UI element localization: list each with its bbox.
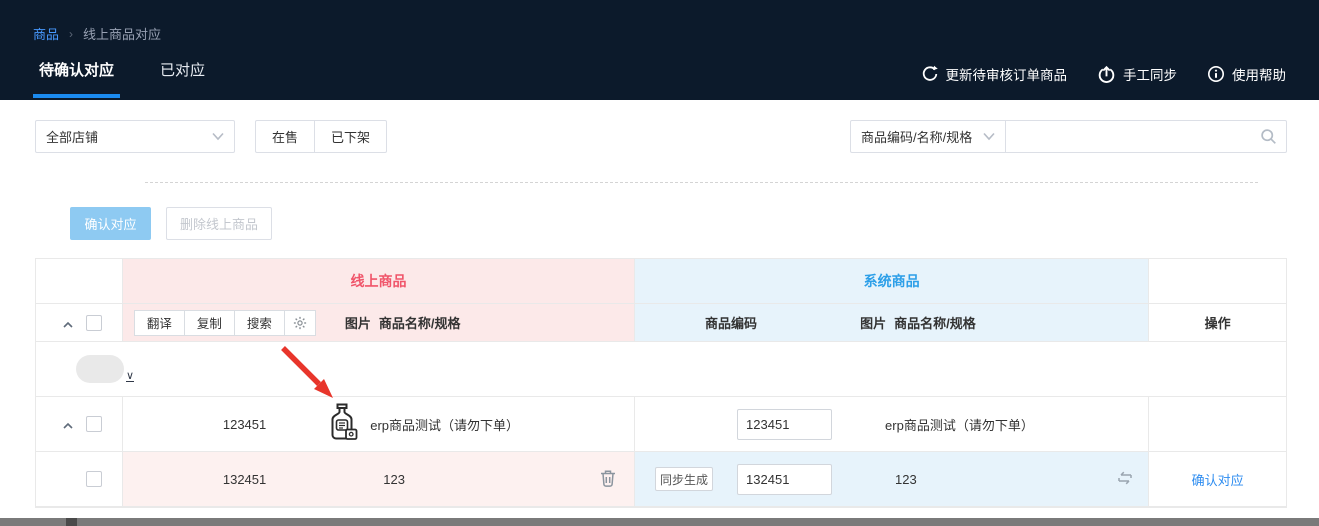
online-tools-group: 翻译 复制 搜索 xyxy=(134,310,316,336)
gear-icon[interactable] xyxy=(284,310,316,336)
online-product-code: 123451 xyxy=(223,417,266,432)
refresh-icon xyxy=(921,65,939,83)
product-match-table: 线上商品 系统商品 翻译 复制 搜索 图片 xyxy=(35,258,1287,508)
product-bottle-image-icon[interactable] xyxy=(326,403,358,446)
search-tool-button[interactable]: 搜索 xyxy=(234,310,285,336)
ops-col-label: 操作 xyxy=(1205,313,1231,332)
row-select-cell xyxy=(36,397,123,452)
update-pending-label: 更新待审核订单商品 xyxy=(946,64,1068,84)
shop-group-row: ∨ xyxy=(36,342,1286,397)
top-navigation-bar: 商品 › 线上商品对应 待确认对应 已对应 更新待审核订单商品 手工同步 xyxy=(0,0,1319,100)
search-input[interactable] xyxy=(1005,120,1287,153)
system-columns-header: 商品编码 图片 商品名称/规格 xyxy=(635,304,1149,342)
window-bottom-edge xyxy=(0,518,1319,526)
redacted-shop-name xyxy=(76,355,124,383)
dashed-divider xyxy=(145,182,1258,183)
sale-status-button-group: 在售 已下架 xyxy=(255,120,387,153)
copy-button[interactable]: 复制 xyxy=(184,310,235,336)
table-group-header-row: 线上商品 系统商品 xyxy=(36,259,1286,304)
table-row: 132451 123 同步生成 123 确认对应 xyxy=(36,452,1286,507)
swap-arrows-icon[interactable] xyxy=(1116,469,1134,490)
confirm-match-link[interactable]: 确认对应 xyxy=(1192,470,1244,489)
ops-col-header: 操作 xyxy=(1149,304,1286,342)
help-button[interactable]: 使用帮助 xyxy=(1207,64,1286,84)
select-all-cell xyxy=(36,304,123,342)
shop-select[interactable]: 全部店铺 xyxy=(35,120,235,153)
tab-pending-label: 待确认对应 xyxy=(39,62,114,79)
shop-select-value: 全部店铺 xyxy=(46,127,98,146)
topbar-actions: 更新待审核订单商品 手工同步 使用帮助 xyxy=(921,64,1287,84)
breadcrumb-separator: › xyxy=(69,27,73,41)
online-product-name: 123 xyxy=(383,472,405,487)
manual-sync-label: 手工同步 xyxy=(1123,64,1177,84)
system-product-group-header: 系统商品 xyxy=(635,259,1149,304)
chevron-down-icon xyxy=(212,129,224,144)
row-select-cell xyxy=(36,452,123,507)
online-image-col-label: 图片 xyxy=(345,313,371,332)
row-collapse-caret-icon[interactable] xyxy=(62,419,74,429)
confirm-match-button[interactable]: 确认对应 xyxy=(70,207,151,240)
online-product-group-header: 线上商品 xyxy=(123,259,635,304)
upload-sync-icon xyxy=(1097,65,1116,84)
collapse-all-caret-icon[interactable] xyxy=(62,318,74,328)
system-name-col-label: 商品名称/规格 xyxy=(894,313,976,332)
system-product-cell: 同步生成 123 xyxy=(635,452,1149,507)
translate-button[interactable]: 翻译 xyxy=(134,310,185,336)
row-checkbox[interactable] xyxy=(86,471,102,487)
active-tab-underline xyxy=(33,94,120,98)
online-product-cell: 123451 erp商品测试（请勿下单） xyxy=(123,397,635,452)
tab-bar: 待确认对应 已对应 xyxy=(33,59,211,94)
online-name-col-label: 商品名称/规格 xyxy=(379,313,461,332)
online-product-code: 132451 xyxy=(223,472,266,487)
help-label: 使用帮助 xyxy=(1232,64,1286,84)
tab-matched[interactable]: 已对应 xyxy=(154,59,211,94)
select-column-header xyxy=(36,259,123,304)
breadcrumb-root-link[interactable]: 商品 xyxy=(33,24,59,43)
online-group-title: 线上商品 xyxy=(123,271,634,291)
system-product-name: erp商品测试（请勿下单） xyxy=(885,415,1034,434)
shop-collapse-caret-icon[interactable]: ∨ xyxy=(126,371,134,382)
tab-matched-label: 已对应 xyxy=(160,62,205,79)
system-image-col-label: 图片 xyxy=(860,313,886,332)
info-icon xyxy=(1207,65,1225,83)
row-checkbox[interactable] xyxy=(86,416,102,432)
system-code-col-label: 商品编码 xyxy=(705,313,757,332)
row-ops-cell: 确认对应 xyxy=(1149,452,1286,507)
table-row: 123451 erp商品测试（请勿下单） erp商品测试（请勿下单） xyxy=(36,397,1286,452)
online-columns-header: 翻译 复制 搜索 图片 商品名称/规格 xyxy=(123,304,635,342)
online-product-name: erp商品测试（请勿下单） xyxy=(370,415,519,434)
window-bottom-edge-segment xyxy=(66,518,77,526)
search-type-select[interactable]: 商品编码/名称/规格 xyxy=(850,120,1006,153)
chevron-down-icon xyxy=(983,129,995,144)
trash-icon[interactable] xyxy=(600,469,616,490)
system-code-input[interactable] xyxy=(737,409,832,440)
breadcrumb-current: 线上商品对应 xyxy=(83,24,161,43)
off-shelf-button[interactable]: 已下架 xyxy=(314,120,387,153)
online-product-cell: 132451 123 xyxy=(123,452,635,507)
bulk-actions: 确认对应 删除线上商品 xyxy=(70,207,1287,240)
sync-generate-button[interactable]: 同步生成 xyxy=(655,467,713,491)
system-product-cell: erp商品测试（请勿下单） xyxy=(635,397,1149,452)
search-group: 商品编码/名称/规格 xyxy=(850,120,1287,153)
manual-sync-button[interactable]: 手工同步 xyxy=(1097,64,1177,84)
system-code-input[interactable] xyxy=(737,464,832,495)
select-all-checkbox[interactable] xyxy=(86,315,102,331)
filter-toolbar: 全部店铺 在售 已下架 商品编码/名称/规格 xyxy=(0,100,1319,240)
delete-online-product-button[interactable]: 删除线上商品 xyxy=(166,207,272,240)
search-type-value: 商品编码/名称/规格 xyxy=(861,127,972,146)
on-sale-button[interactable]: 在售 xyxy=(255,120,315,153)
tab-pending-confirm[interactable]: 待确认对应 xyxy=(33,59,120,94)
table-column-header-row: 翻译 复制 搜索 图片 商品名称/规格 商品编码 图片 商品名称/规格 操作 xyxy=(36,304,1286,342)
system-product-name: 123 xyxy=(895,472,917,487)
ops-group-header xyxy=(1149,259,1286,304)
row-ops-cell xyxy=(1149,397,1286,452)
breadcrumb: 商品 › 线上商品对应 xyxy=(33,24,161,43)
system-group-title: 系统商品 xyxy=(635,271,1148,291)
update-pending-order-products-button[interactable]: 更新待审核订单商品 xyxy=(921,64,1068,84)
